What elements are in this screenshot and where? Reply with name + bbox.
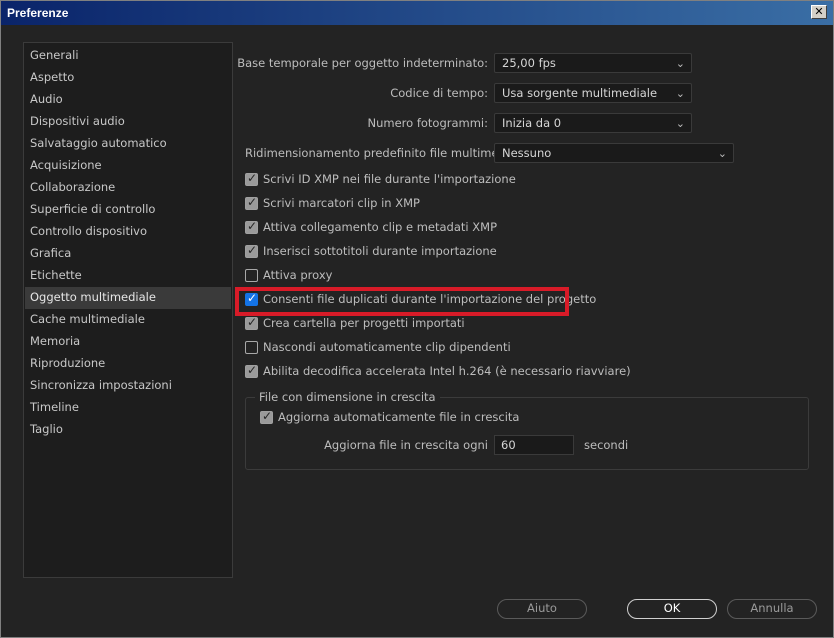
chevron-down-icon: ⌄ xyxy=(675,57,685,70)
ok-button[interactable]: OK xyxy=(627,599,717,619)
refresh-interval-label: Aggiorna file in crescita ogni xyxy=(324,438,488,452)
window-title: Preferenze xyxy=(7,6,69,20)
auto-refresh-checkbox[interactable]: ✓ xyxy=(260,409,273,424)
base-temporale-label: Base temporale per oggetto indeterminato… xyxy=(237,56,488,70)
check-icon: ✓ xyxy=(247,219,258,233)
create-folder-checkbox[interactable]: ✓ xyxy=(245,315,258,330)
checkbox-label: Attiva collegamento clip e metadati XMP xyxy=(263,220,497,234)
ridimensionamento-value: Nessuno xyxy=(502,146,552,160)
preferences-window: Preferenze ✕ Generali Aspetto Audio Disp… xyxy=(0,0,834,638)
xmp-id-checkbox[interactable]: ✓ xyxy=(245,171,258,186)
hide-dependents-checkbox[interactable] xyxy=(245,341,258,354)
numero-fotogrammi-value: Inizia da 0 xyxy=(502,116,562,130)
growing-files-group xyxy=(245,397,809,470)
ridimensionamento-select[interactable]: Nessuno ⌄ xyxy=(494,143,734,163)
link-clip-xmp-checkbox[interactable]: ✓ xyxy=(245,219,258,234)
dialog-body: Generali Aspetto Audio Dispositivi audio… xyxy=(2,25,832,637)
check-icon: ✓ xyxy=(262,409,273,423)
help-button[interactable]: Aiuto xyxy=(497,599,587,619)
check-icon: ✓ xyxy=(247,195,258,209)
close-button[interactable]: ✕ xyxy=(811,5,827,19)
refresh-interval-unit: secondi xyxy=(584,438,629,452)
checkbox-label: Inserisci sottotitoli durante importazio… xyxy=(263,244,497,258)
checkbox-label: Scrivi ID XMP nei file durante l'importa… xyxy=(263,172,516,186)
numero-fotogrammi-select[interactable]: Inizia da 0 ⌄ xyxy=(494,113,692,133)
check-icon: ✓ xyxy=(247,171,258,185)
growing-files-title: File con dimensione in crescita xyxy=(255,390,440,404)
chevron-down-icon: ⌄ xyxy=(717,147,727,160)
check-icon: ✓ xyxy=(247,243,258,257)
checkbox-label: Scrivi marcatori clip in XMP xyxy=(263,196,420,210)
xmp-markers-checkbox[interactable]: ✓ xyxy=(245,195,258,210)
base-temporale-value: 25,00 fps xyxy=(502,56,556,70)
refresh-interval-input[interactable]: 60 xyxy=(494,435,574,455)
proxy-checkbox[interactable] xyxy=(245,269,258,282)
codice-tempo-select[interactable]: Usa sorgente multimediale ⌄ xyxy=(494,83,692,103)
check-icon: ✓ xyxy=(247,315,258,329)
codice-tempo-label: Codice di tempo: xyxy=(390,86,488,100)
intel-h264-checkbox[interactable]: ✓ xyxy=(245,363,258,378)
base-temporale-select[interactable]: 25,00 fps ⌄ xyxy=(494,53,692,73)
settings-panel: Base temporale per oggetto indeterminato… xyxy=(2,25,832,637)
annotation-highlight-box xyxy=(235,287,569,316)
checkbox-label: Abilita decodifica accelerata Intel h.26… xyxy=(263,364,631,378)
checkbox-label: Crea cartella per progetti importati xyxy=(263,316,465,330)
numero-fotogrammi-label: Numero fotogrammi: xyxy=(367,116,488,130)
checkbox-label: Nascondi automaticamente clip dipendenti xyxy=(263,340,511,354)
check-icon: ✓ xyxy=(247,363,258,377)
cancel-button[interactable]: Annulla xyxy=(727,599,817,619)
codice-tempo-value: Usa sorgente multimediale xyxy=(502,86,658,100)
chevron-down-icon: ⌄ xyxy=(675,87,685,100)
subtitles-checkbox[interactable]: ✓ xyxy=(245,243,258,258)
ridimensionamento-label: Ridimensionamento predefinito file multi… xyxy=(245,146,527,160)
close-icon: ✕ xyxy=(814,5,824,18)
title-bar: Preferenze ✕ xyxy=(1,1,833,25)
checkbox-label: Attiva proxy xyxy=(263,268,333,282)
checkbox-label: Aggiorna automaticamente file in crescit… xyxy=(278,410,520,424)
chevron-down-icon: ⌄ xyxy=(675,117,685,130)
